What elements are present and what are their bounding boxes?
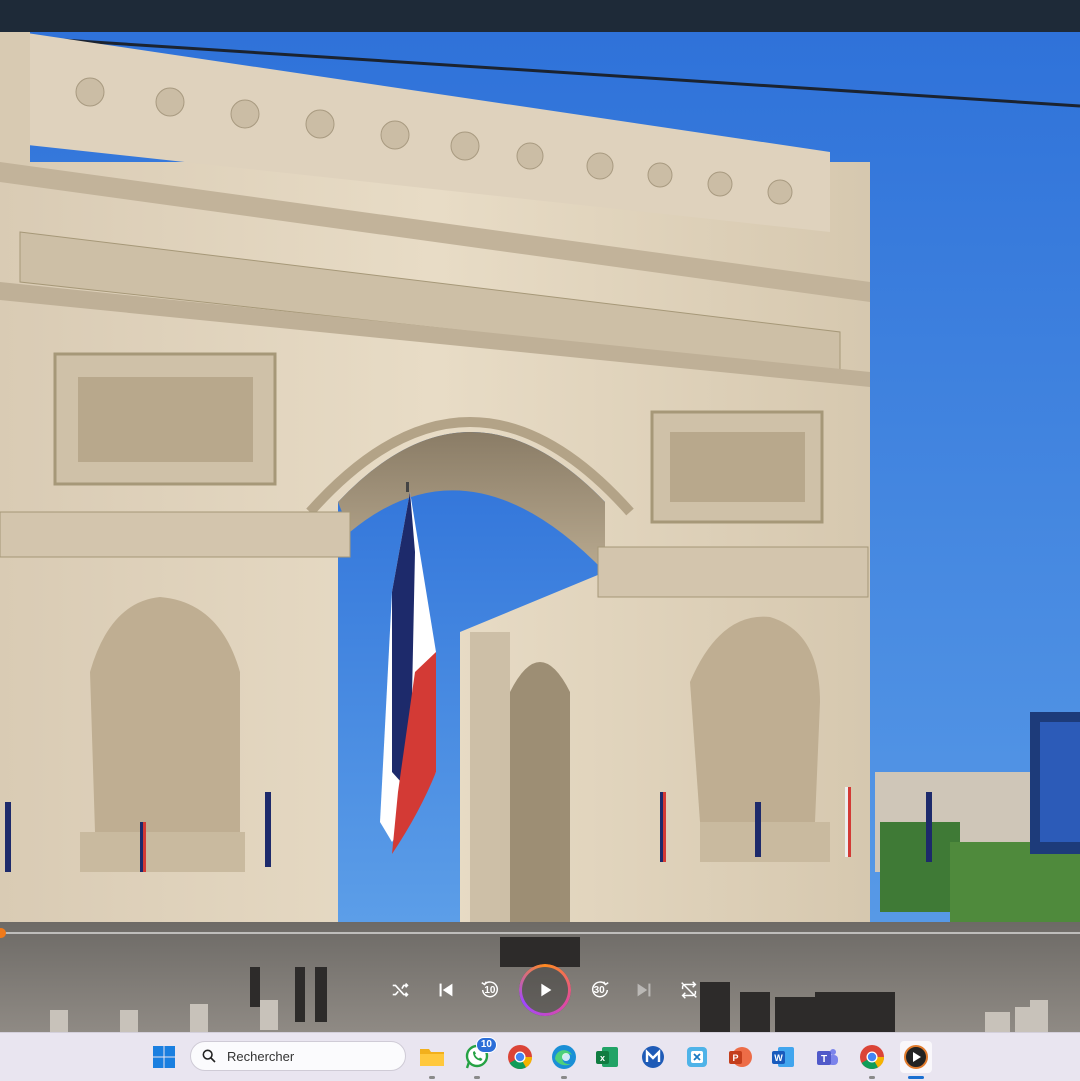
running-indicator bbox=[869, 1076, 875, 1079]
search-placeholder: Rechercher bbox=[227, 1048, 295, 1064]
running-indicator bbox=[908, 1076, 924, 1079]
title-bar bbox=[0, 0, 1080, 32]
search-box[interactable]: Rechercher bbox=[190, 1041, 406, 1071]
video-frame[interactable] bbox=[0, 32, 1080, 1032]
taskbar-chrome-2[interactable] bbox=[856, 1041, 888, 1079]
notification-badge: 10 bbox=[475, 1037, 497, 1053]
taskbar-snipping-tool[interactable] bbox=[681, 1041, 713, 1073]
edge-icon bbox=[552, 1045, 576, 1069]
taskbar-teams[interactable]: T bbox=[811, 1041, 843, 1073]
snip-icon bbox=[687, 1047, 707, 1067]
svg-text:P: P bbox=[732, 1053, 738, 1063]
rewind-label: 10 bbox=[484, 985, 496, 996]
folder-icon bbox=[420, 1049, 444, 1066]
word-icon: W bbox=[772, 1047, 794, 1067]
forward-label: 30 bbox=[593, 985, 605, 996]
windows-logo-icon bbox=[153, 1046, 175, 1068]
media-player-icon bbox=[904, 1045, 928, 1069]
start-button[interactable] bbox=[148, 1041, 180, 1073]
playback-controls: 10 30 bbox=[385, 964, 705, 1016]
arc-de-triomphe-image bbox=[0, 32, 1080, 1032]
shuffle-button[interactable] bbox=[385, 974, 417, 1006]
taskbar-media-player[interactable] bbox=[900, 1041, 932, 1079]
next-button[interactable] bbox=[628, 974, 660, 1006]
chrome-icon bbox=[508, 1045, 532, 1070]
taskbar-powerpoint[interactable]: P bbox=[724, 1041, 756, 1073]
taskbar-m-app[interactable] bbox=[637, 1041, 669, 1073]
running-indicator bbox=[474, 1076, 480, 1079]
taskbar-file-explorer[interactable] bbox=[416, 1041, 448, 1079]
taskbar-edge[interactable] bbox=[548, 1041, 580, 1079]
play-icon bbox=[541, 983, 552, 997]
play-button[interactable] bbox=[518, 964, 571, 1016]
running-indicator bbox=[429, 1076, 435, 1079]
taskbar-chrome[interactable] bbox=[504, 1041, 536, 1073]
taskbar-word[interactable]: W bbox=[767, 1041, 799, 1073]
teams-icon: T bbox=[817, 1049, 838, 1065]
seek-bar[interactable] bbox=[0, 928, 1080, 938]
taskbar-excel[interactable]: x bbox=[591, 1041, 623, 1073]
rewind-10-button[interactable]: 10 bbox=[474, 974, 506, 1006]
previous-button[interactable] bbox=[430, 974, 462, 1006]
taskbar-whatsapp[interactable]: 10 bbox=[461, 1037, 497, 1079]
repeat-button[interactable] bbox=[673, 974, 705, 1006]
chrome-icon bbox=[860, 1045, 884, 1070]
skip-previous-icon bbox=[439, 983, 453, 997]
svg-text:x: x bbox=[600, 1053, 605, 1063]
forward-30-button[interactable]: 30 bbox=[584, 974, 616, 1006]
m-app-icon bbox=[642, 1046, 664, 1068]
svg-text:W: W bbox=[774, 1053, 783, 1063]
taskbar: Rechercher 10 x P W T bbox=[0, 1032, 1080, 1081]
excel-icon: x bbox=[596, 1047, 618, 1067]
shuffle-icon bbox=[392, 982, 409, 998]
skip-next-icon bbox=[637, 983, 651, 997]
svg-text:T: T bbox=[821, 1054, 827, 1065]
powerpoint-icon: P bbox=[729, 1047, 752, 1067]
search-icon bbox=[202, 1049, 216, 1063]
repeat-off-icon bbox=[681, 981, 697, 999]
seek-track bbox=[0, 932, 1080, 934]
running-indicator bbox=[561, 1076, 567, 1079]
